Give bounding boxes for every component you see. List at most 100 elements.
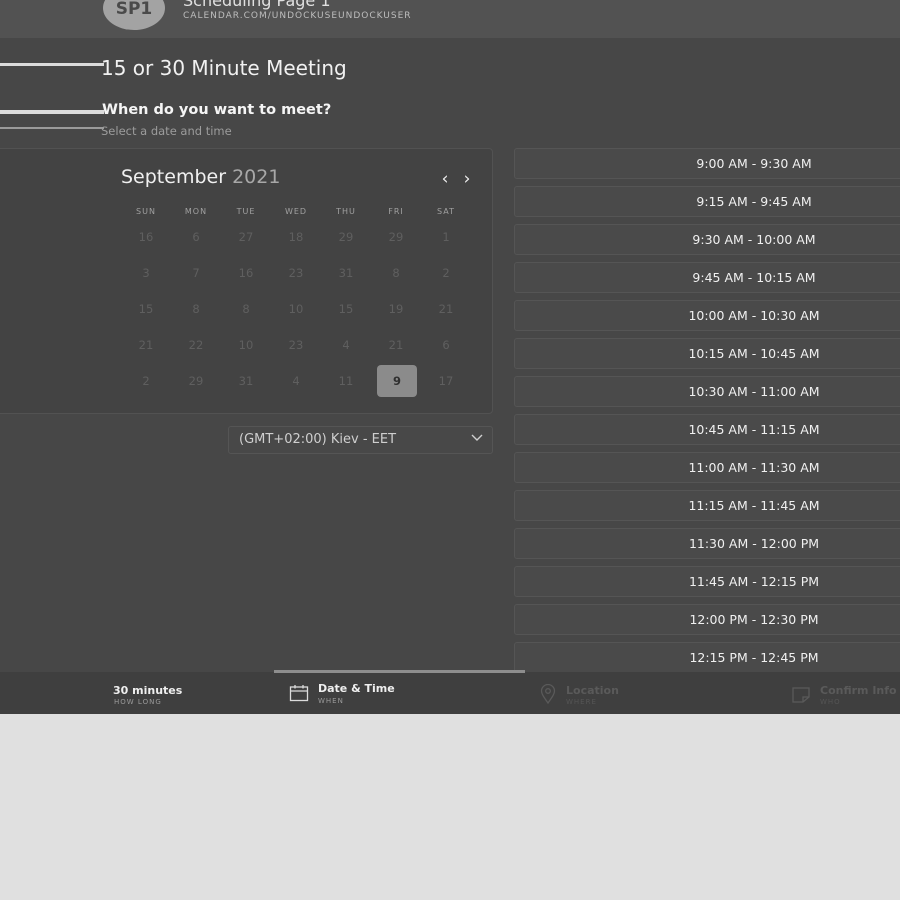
scheduling-app: SP1 Scheduling Page 1 CALENDAR.COM/UNDOC… xyxy=(0,0,900,714)
time-slot-label: 9:30 AM - 10:00 AM xyxy=(692,232,816,247)
calendar-day: 2 xyxy=(142,374,150,388)
calendar-day: 31 xyxy=(238,374,254,388)
time-slot-label: 10:30 AM - 11:00 AM xyxy=(688,384,820,399)
calendar-day: 4 xyxy=(292,374,300,388)
step-datetime-sub: WHEN xyxy=(318,697,344,705)
time-slot-button[interactable]: 9:00 AM - 9:30 AM xyxy=(514,148,900,179)
prev-month-button[interactable]: ‹ xyxy=(437,169,453,189)
calendar-day: 17 xyxy=(438,374,454,388)
time-slot-button[interactable]: 11:00 AM - 11:30 AM xyxy=(514,452,900,483)
decorative-bar xyxy=(0,127,104,129)
chevron-down-icon xyxy=(470,430,484,448)
calendar-day: 10 xyxy=(288,302,304,316)
calendar-day: 21 xyxy=(138,338,154,352)
step-datetime-label[interactable]: Date & Time xyxy=(318,682,395,695)
time-slot-label: 11:15 AM - 11:45 AM xyxy=(688,498,820,513)
calendar-day: 22 xyxy=(188,338,204,352)
calendar-day: 7 xyxy=(192,266,200,280)
step-duration-label: 30 minutes xyxy=(113,684,183,697)
note-icon xyxy=(791,686,811,708)
time-slot-button[interactable]: 11:30 AM - 12:00 PM xyxy=(514,528,900,559)
calendar-day: 8 xyxy=(392,266,400,280)
time-slot-button[interactable]: 12:15 PM - 12:45 PM xyxy=(514,642,900,673)
calendar-day: 6 xyxy=(442,338,450,352)
calendar-day: 29 xyxy=(188,374,204,388)
weekday-header: THU xyxy=(336,207,356,216)
weekday-header: SUN xyxy=(136,207,156,216)
avatar: SP1 xyxy=(103,0,165,30)
calendar-day: 21 xyxy=(438,302,454,316)
calendar-icon xyxy=(289,684,309,706)
step-location-sub: WHERE xyxy=(566,698,597,706)
calendar-day: 15 xyxy=(138,302,154,316)
selected-day[interactable]: 9 xyxy=(377,365,417,397)
step-confirm-label[interactable]: Confirm Info xyxy=(820,684,897,697)
calendar-day: 1 xyxy=(442,230,450,244)
time-slot-button[interactable]: 9:30 AM - 10:00 AM xyxy=(514,224,900,255)
time-slot-label: 11:45 AM - 12:15 PM xyxy=(688,574,820,589)
calendar-day: 4 xyxy=(342,338,350,352)
calendar-day: 16 xyxy=(238,266,254,280)
section-heading: When do you want to meet? xyxy=(102,102,332,118)
calendar-day: 10 xyxy=(238,338,254,352)
decorative-bar xyxy=(0,63,104,66)
calendar-month-label: September 2021 xyxy=(121,166,280,188)
calendar-day: 29 xyxy=(338,230,354,244)
calendar-day: 18 xyxy=(288,230,304,244)
weekday-header: SAT xyxy=(437,207,455,216)
weekday-header: FRI xyxy=(388,207,404,216)
step-confirm-sub: WHO xyxy=(820,698,841,706)
month-name: September xyxy=(121,166,227,188)
time-slot-button[interactable]: 10:00 AM - 10:30 AM xyxy=(514,300,900,331)
calendar-day: 15 xyxy=(338,302,354,316)
calendar-day: 8 xyxy=(192,302,200,316)
time-slot-label: 12:15 PM - 12:45 PM xyxy=(689,650,819,665)
calendar-day: 8 xyxy=(242,302,250,316)
time-slot-button[interactable]: 9:45 AM - 10:15 AM xyxy=(514,262,900,293)
time-slot-button[interactable]: 10:45 AM - 11:15 AM xyxy=(514,414,900,445)
calendar-day: 6 xyxy=(192,230,200,244)
time-slot-button[interactable]: 10:30 AM - 11:00 AM xyxy=(514,376,900,407)
step-location-label[interactable]: Location xyxy=(566,684,619,697)
time-slot-label: 9:15 AM - 9:45 AM xyxy=(696,194,812,209)
calendar-day: 23 xyxy=(288,338,304,352)
calendar-day: 11 xyxy=(338,374,354,388)
weekday-header: WED xyxy=(284,207,308,216)
weekday-header: MON xyxy=(184,207,208,216)
weekday-header: TUE xyxy=(236,207,256,216)
calendar-day: 2 xyxy=(442,266,450,280)
time-slot-label: 11:30 AM - 12:00 PM xyxy=(688,536,820,551)
year-label: 2021 xyxy=(232,166,281,188)
time-slot-button[interactable]: 9:15 AM - 9:45 AM xyxy=(514,186,900,217)
active-step-indicator xyxy=(274,670,525,673)
page-header: SP1 Scheduling Page 1 CALENDAR.COM/UNDOC… xyxy=(0,0,900,38)
page-title: Scheduling Page 1 xyxy=(183,0,331,10)
calendar-day: 19 xyxy=(388,302,404,316)
section-subtitle: Select a date and time xyxy=(101,124,232,138)
time-slot-button[interactable]: 12:00 PM - 12:30 PM xyxy=(514,604,900,635)
time-slot-label: 10:00 AM - 10:30 AM xyxy=(688,308,820,323)
time-slot-button[interactable]: 11:15 AM - 11:45 AM xyxy=(514,490,900,521)
calendar-day: 21 xyxy=(388,338,404,352)
meeting-title: 15 or 30 Minute Meeting xyxy=(101,56,347,80)
calendar-day: 16 xyxy=(138,230,154,244)
time-slot-button[interactable]: 11:45 AM - 12:15 PM xyxy=(514,566,900,597)
time-slot-label: 11:00 AM - 11:30 AM xyxy=(688,460,820,475)
calendar-day: 31 xyxy=(338,266,354,280)
decorative-bar xyxy=(0,110,104,114)
time-slot-label: 12:00 PM - 12:30 PM xyxy=(689,612,819,627)
calendar-day: 23 xyxy=(288,266,304,280)
time-slot-button[interactable]: 10:15 AM - 10:45 AM xyxy=(514,338,900,369)
step-duration-sub: HOW LONG xyxy=(114,698,162,706)
timezone-select[interactable]: (GMT+02:00) Kiev - EET xyxy=(228,426,493,454)
timezone-value: (GMT+02:00) Kiev - EET xyxy=(239,432,397,447)
time-slot-label: 9:00 AM - 9:30 AM xyxy=(696,156,812,171)
next-month-button[interactable]: › xyxy=(459,169,475,189)
calendar-day: 27 xyxy=(238,230,254,244)
page-url: CALENDAR.COM/UNDOCKUSEUNDOCKUSER xyxy=(183,11,412,21)
time-slot-label: 10:15 AM - 10:45 AM xyxy=(688,346,820,361)
location-pin-icon xyxy=(540,683,556,708)
calendar-day: 29 xyxy=(388,230,404,244)
time-slot-label: 9:45 AM - 10:15 AM xyxy=(692,270,816,285)
time-slot-label: 10:45 AM - 11:15 AM xyxy=(688,422,820,437)
